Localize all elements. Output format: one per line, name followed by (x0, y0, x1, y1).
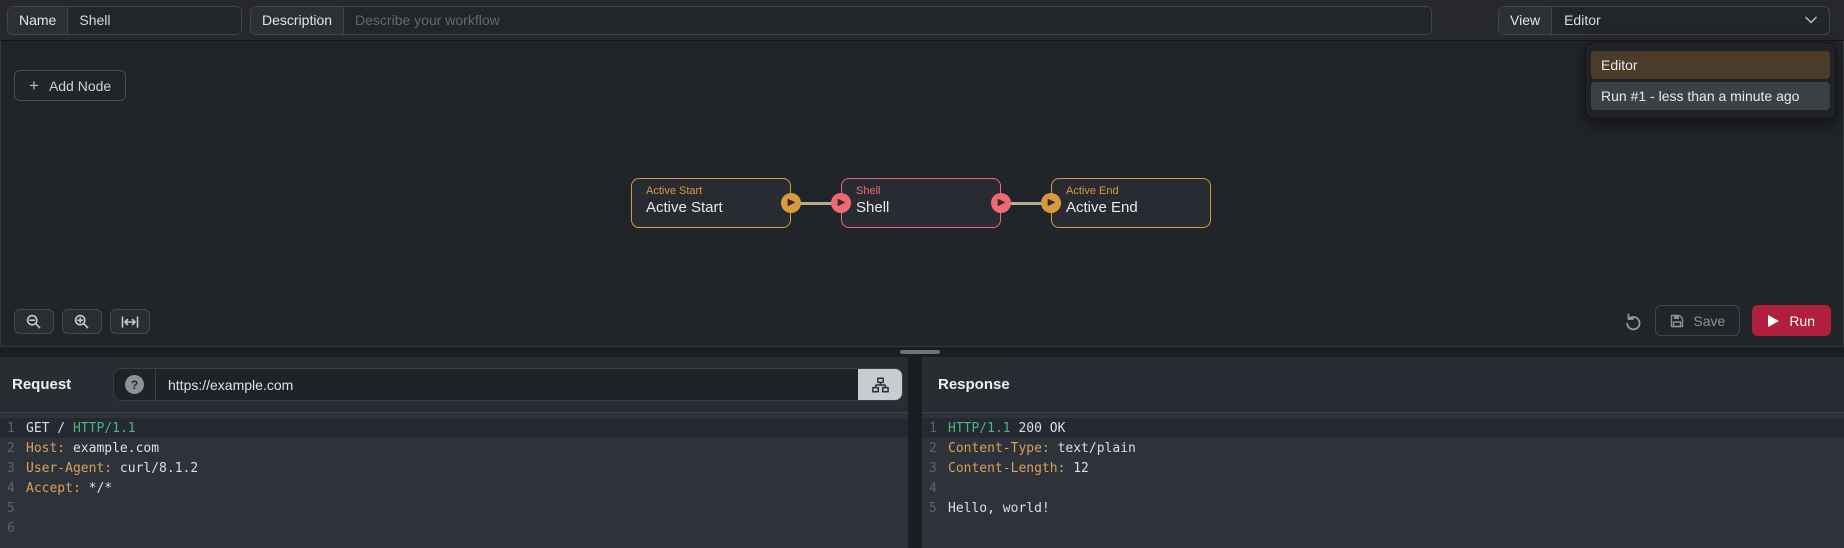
port-arrow-icon: ▶ (788, 198, 796, 208)
line-number: 1 (0, 421, 26, 436)
node-input-port[interactable]: ▶ (831, 193, 851, 213)
node-title: Active End (1066, 198, 1210, 217)
url-bar: ? (113, 368, 903, 401)
port-arrow-icon: ▶ (838, 198, 846, 208)
line-number: 3 (0, 461, 26, 476)
play-icon (1768, 315, 1779, 327)
port-arrow-icon: ▶ (1048, 198, 1056, 208)
bottom-panels: Request ? (0, 357, 1844, 548)
node-type-label: Shell (856, 185, 1000, 198)
code-text: Host: example.com (26, 441, 159, 456)
node-title: Shell (856, 198, 1000, 217)
workflow-node[interactable]: Active EndActive End ▶ (1051, 178, 1211, 228)
request-header: Request ? (0, 357, 908, 413)
line-number: 2 (922, 441, 948, 456)
zoom-out-button[interactable] (14, 309, 54, 334)
top-bar: Name Description View Editor (0, 0, 1844, 41)
run-label: Run (1789, 313, 1815, 329)
divider-grip[interactable] (900, 350, 940, 354)
request-code-editor[interactable]: 1GET / HTTP/1.12Host: example.com3User-A… (0, 413, 908, 548)
view-label: View (1499, 7, 1552, 34)
view-select-group: View Editor (1498, 6, 1830, 35)
line-number: 2 (0, 441, 26, 456)
line-number: 5 (0, 501, 26, 516)
node-output-port[interactable]: ▶ (991, 193, 1011, 213)
code-text: Content-Length: 12 (948, 461, 1089, 476)
save-label: Save (1693, 313, 1725, 329)
workflow-node[interactable]: ShellShell▶▶ (841, 178, 1001, 228)
line-number: 1 (922, 421, 948, 436)
line-number: 4 (922, 481, 948, 496)
line-number: 6 (0, 521, 26, 536)
workflow-node[interactable]: Active StartActive Start▶ (631, 178, 791, 228)
code-text: Content-Type: text/plain (948, 441, 1136, 456)
question-icon: ? (125, 375, 144, 394)
zoom-in-icon (73, 313, 91, 331)
view-dropdown-menu: Editor Run #1 - less than a minute ago (1585, 42, 1836, 119)
code-line: 1GET / HTTP/1.1 (0, 418, 908, 438)
view-dropdown-item[interactable]: Run #1 - less than a minute ago (1591, 82, 1830, 110)
line-number: 3 (922, 461, 948, 476)
plus-icon: + (29, 77, 39, 94)
chevron-down-icon (1805, 16, 1817, 24)
code-line: 5 (0, 498, 908, 518)
code-line: 3User-Agent: curl/8.1.2 (0, 458, 908, 478)
response-header: Response (922, 357, 1844, 413)
name-input[interactable] (68, 7, 241, 34)
fit-width-icon (120, 314, 140, 330)
sitemap-button[interactable] (858, 369, 902, 400)
code-line: 2Content-Type: text/plain (922, 438, 1844, 458)
canvas-zoom-controls (14, 309, 150, 334)
request-title: Request (0, 376, 113, 393)
description-input[interactable] (344, 7, 1431, 34)
fit-view-button[interactable] (110, 309, 150, 334)
url-input[interactable] (156, 369, 858, 400)
node-title: Active Start (646, 198, 790, 217)
code-text: User-Agent: curl/8.1.2 (26, 461, 198, 476)
view-select-value: Editor (1564, 12, 1601, 28)
response-title: Response (922, 376, 1010, 393)
code-line: 1HTTP/1.1 200 OK (922, 418, 1844, 438)
undo-button[interactable] (1623, 311, 1643, 331)
description-field-group: Description (250, 6, 1432, 35)
panel-divider (0, 347, 1844, 357)
code-line: 6 (0, 518, 908, 538)
code-line: 5Hello, world! (922, 498, 1844, 518)
name-label: Name (8, 7, 68, 34)
code-text: HTTP/1.1 200 OK (948, 421, 1065, 436)
node-type-label: Active Start (646, 185, 790, 198)
workflow-canvas[interactable]: + Add Node Active StartActive Start▶Shel… (0, 41, 1844, 347)
response-code-viewer[interactable]: 1HTTP/1.1 200 OK2Content-Type: text/plai… (922, 413, 1844, 548)
description-label: Description (251, 7, 344, 34)
zoom-in-button[interactable] (62, 309, 102, 334)
node-type-label: Active End (1066, 185, 1210, 198)
view-select[interactable]: Editor (1552, 7, 1829, 34)
sitemap-icon (872, 377, 889, 393)
node-input-port[interactable]: ▶ (1041, 193, 1061, 213)
save-icon (1670, 314, 1684, 328)
code-line: 4Accept: */* (0, 478, 908, 498)
request-panel: Request ? (0, 357, 908, 548)
node-output-port[interactable]: ▶ (781, 193, 801, 213)
undo-icon (1623, 311, 1643, 331)
code-text: Hello, world! (948, 501, 1050, 516)
zoom-out-icon (25, 313, 43, 331)
response-panel: Response 1HTTP/1.1 200 OK2Content-Type: … (922, 357, 1844, 548)
code-line: 2Host: example.com (0, 438, 908, 458)
url-help-button[interactable]: ? (114, 369, 156, 400)
add-node-button[interactable]: + Add Node (14, 70, 126, 101)
port-arrow-icon: ▶ (998, 198, 1006, 208)
save-button[interactable]: Save (1655, 305, 1740, 336)
add-node-label: Add Node (49, 78, 111, 94)
code-text: GET / HTTP/1.1 (26, 421, 136, 436)
run-button[interactable]: Run (1752, 305, 1831, 336)
line-number: 5 (922, 501, 948, 516)
code-line: 4 (922, 478, 1844, 498)
canvas-actions: Save Run (1623, 305, 1831, 336)
view-dropdown-item[interactable]: Editor (1591, 51, 1830, 79)
name-field-group: Name (7, 6, 242, 35)
code-text: Accept: */* (26, 481, 112, 496)
code-line: 3Content-Length: 12 (922, 458, 1844, 478)
line-number: 4 (0, 481, 26, 496)
